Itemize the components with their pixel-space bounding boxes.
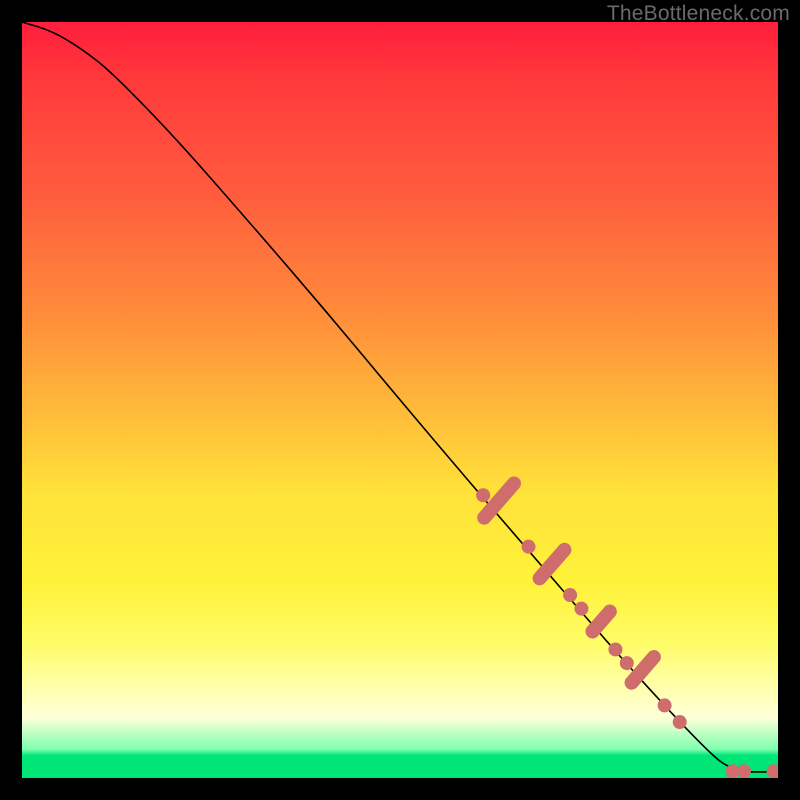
data-dot [608,642,622,656]
data-dot [737,764,751,778]
data-dot [673,715,687,729]
data-pill [622,647,664,692]
data-dot [620,656,634,670]
data-pill [530,540,575,588]
data-pill [474,474,524,528]
chart-svg [22,22,778,778]
data-dot [574,602,588,616]
data-markers [474,474,778,778]
bottleneck-curve [22,22,778,772]
data-dot [658,698,672,712]
data-pill [583,602,620,642]
watermark-text: TheBottleneck.com [607,2,790,26]
data-dot [522,540,536,554]
data-dot [563,588,577,602]
plot-area [22,22,778,778]
chart-frame: TheBottleneck.com [0,0,800,800]
data-dot [476,488,490,502]
data-dot [766,764,778,778]
data-dot [726,764,740,778]
